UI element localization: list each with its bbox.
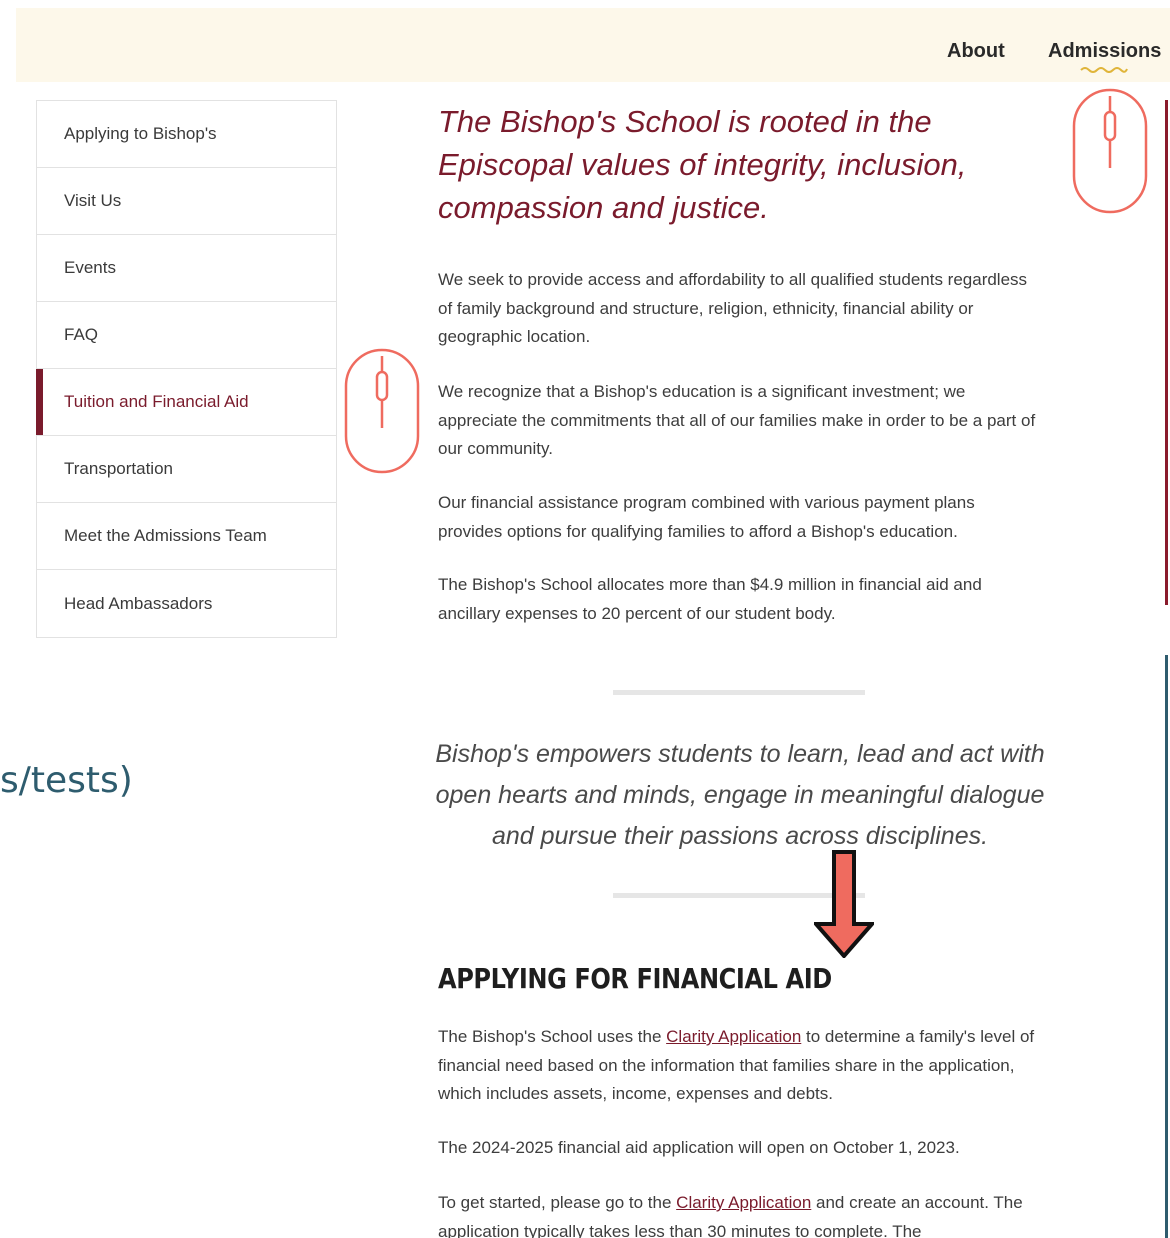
edge-accent-line	[1165, 100, 1168, 605]
get-started-paragraph: To get started, please go to the Clarity…	[438, 1189, 1038, 1238]
mouse-scroll-icon	[1072, 88, 1148, 214]
sidebar-item-events[interactable]: Events	[37, 235, 336, 302]
nav-admissions[interactable]: Admissions	[1048, 40, 1161, 63]
squiggle-underline-icon	[1080, 67, 1128, 73]
investment-paragraph: We recognize that a Bishop's education i…	[438, 382, 1036, 458]
arrow-down-icon	[814, 850, 874, 958]
mouse-scroll-icon	[344, 348, 420, 474]
edge-accent-line	[1165, 655, 1168, 1238]
application-open-paragraph: The 2024-2025 financial aid application …	[438, 1138, 960, 1157]
divider	[613, 690, 865, 695]
partial-overlay-text: s/tests)	[0, 760, 133, 801]
sidebar-item-visit-us[interactable]: Visit Us	[37, 168, 336, 235]
section-sidebar: Applying to Bishop's Visit Us Events FAQ…	[36, 100, 337, 638]
sidebar-item-transportation[interactable]: Transportation	[37, 436, 336, 503]
clarity-paragraph: The Bishop's School uses the Clarity App…	[438, 1023, 1038, 1109]
sidebar-item-tuition-financial-aid[interactable]: Tuition and Financial Aid	[36, 369, 336, 436]
assistance-paragraph: Our financial assistance program combine…	[438, 493, 975, 541]
sidebar-item-head-ambassadors[interactable]: Head Ambassadors	[37, 570, 336, 637]
sidebar-item-admissions-team[interactable]: Meet the Admissions Team	[37, 503, 336, 570]
clarity-application-link[interactable]: Clarity Application	[666, 1027, 801, 1046]
text-span: The Bishop's School uses the	[438, 1027, 667, 1046]
nav-about[interactable]: About	[947, 40, 1005, 63]
mission-quote: Bishop's empowers students to learn, lea…	[435, 740, 1045, 850]
sidebar-item-faq[interactable]: FAQ	[37, 302, 336, 369]
access-paragraph: We seek to provide access and affordabil…	[438, 270, 1028, 346]
allocation-paragraph: The Bishop's School allocates more than …	[438, 575, 982, 623]
clarity-application-link[interactable]: Clarity Application	[676, 1193, 811, 1212]
sidebar-item-applying[interactable]: Applying to Bishop's	[37, 101, 336, 168]
financial-aid-heading: APPLYING FOR FINANCIAL AID	[438, 962, 832, 995]
page: About Admissions Applying to Bishop's Vi…	[0, 0, 1170, 1238]
intro-quote: The Bishop's School is rooted in the Epi…	[438, 104, 967, 225]
text-span: To get started, please go to the	[438, 1193, 677, 1212]
